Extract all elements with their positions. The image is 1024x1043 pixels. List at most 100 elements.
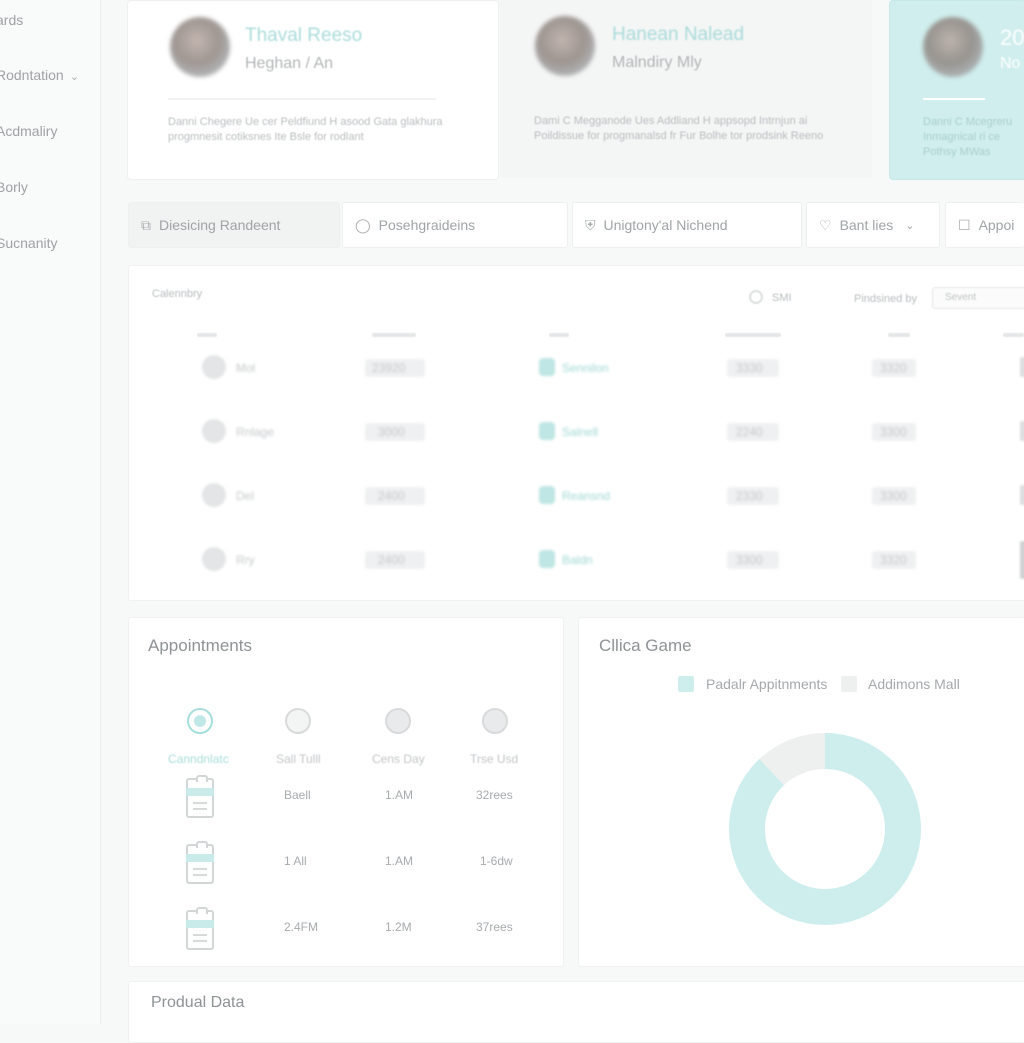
- profile-card-selected[interactable]: 20 No Danni C Mcegreru Inmagnical ri ce …: [889, 0, 1024, 180]
- divider: [168, 98, 436, 100]
- table-cell: 23920: [372, 361, 406, 375]
- avatar: [170, 17, 230, 77]
- profile-card[interactable]: Hanean Nalead Malndiry Mly Dami C Meggan…: [500, 0, 872, 178]
- calendar-day-icon[interactable]: [385, 708, 411, 734]
- chat-bubble-icon: ◯: [355, 216, 371, 233]
- tab-posehgraideins[interactable]: ◯ Posehgraideins: [342, 202, 568, 248]
- tab-label: Diesicing Randeent: [159, 217, 281, 233]
- column-header[interactable]: [197, 333, 217, 337]
- row-status-icon: [539, 422, 555, 440]
- sidebar-item-rodntation[interactable]: Rodntation ⌄: [0, 67, 79, 83]
- table-cell: Rry: [236, 553, 255, 567]
- tab-label: Bant lies: [839, 217, 894, 233]
- sidebar-item-boards[interactable]: ards: [0, 12, 23, 28]
- table-filter-label: Calennbry: [152, 288, 203, 300]
- table-cell[interactable]: Reansnd: [562, 489, 610, 503]
- row-action-edge[interactable]: [1020, 485, 1024, 505]
- tab-diesicing-randeent[interactable]: ⧉ Diesicing Randeent: [128, 202, 340, 248]
- sidebar-item-acdmaliry[interactable]: Acdmaliry: [0, 123, 57, 139]
- table-cell[interactable]: Salnell: [562, 425, 598, 439]
- sidebar-item-label: Sucnanity: [0, 235, 58, 251]
- sidebar-item-label: ards: [0, 12, 24, 28]
- row-action-edge[interactable]: [1020, 421, 1024, 441]
- tab-unigtonyal-nichend[interactable]: ⛨ Unigtony'al Nichend: [572, 202, 802, 248]
- column-header[interactable]: [725, 333, 781, 337]
- profile-name: Hanean Nalead: [612, 24, 745, 45]
- row-avatar: [202, 355, 226, 379]
- row-avatar: [202, 483, 226, 507]
- tab-label: Unigtony'al Nichend: [603, 217, 728, 233]
- clipboard-icon: [186, 907, 214, 950]
- profile-card[interactable]: Thaval Reeso Heghan / An Danni Chegere U…: [127, 0, 499, 180]
- row-status-icon: [539, 550, 555, 568]
- row-action-edge[interactable]: [1020, 541, 1024, 579]
- appointments-title: Appointments: [148, 636, 252, 655]
- sidebar: ards Rodntation ⌄ Acdmaliry Borly Sucnani…: [0, 0, 101, 1024]
- row-status-icon: [539, 486, 555, 504]
- sidebar-item-borly[interactable]: Borly: [0, 179, 28, 195]
- table-cell: Mol: [236, 361, 256, 375]
- table-cell: Del: [236, 489, 255, 503]
- tab-label: Appoi: [978, 217, 1015, 233]
- appointment-value: 1.2M: [385, 920, 412, 934]
- sidebar-item-sucnanity[interactable]: Sucnanity: [0, 235, 57, 251]
- appointment-value: 37rees: [476, 920, 513, 934]
- profile-name: 20: [1000, 25, 1024, 50]
- table-cell: 3000: [378, 425, 405, 439]
- clock-icon[interactable]: [285, 708, 311, 734]
- appointment-value: Baell: [284, 788, 311, 802]
- table-cell[interactable]: Baldn: [562, 553, 593, 567]
- sort-select[interactable]: Sevent: [932, 287, 1024, 309]
- list-icon[interactable]: [482, 708, 508, 734]
- donut-slice-1[interactable]: [729, 733, 921, 925]
- sidebar-item-label: Acdmaliry: [0, 123, 58, 139]
- table-cell[interactable]: Sennilon: [562, 361, 609, 375]
- appointment-value: 32rees: [476, 788, 513, 802]
- appointment-value: 1.AM: [385, 788, 414, 802]
- profile-name: Thaval Reeso: [245, 25, 363, 46]
- table-cell: 3300: [880, 425, 907, 439]
- appointment-value: 1.AM: [385, 854, 414, 868]
- appointment-value: 1 All: [284, 854, 307, 868]
- table-cell: 2240: [736, 425, 763, 439]
- product-data-title: Produal Data: [151, 994, 245, 1011]
- table-header-label: SMI: [772, 292, 792, 304]
- column-header[interactable]: [549, 333, 569, 337]
- column-header[interactable]: [888, 333, 910, 337]
- appointments-column-header[interactable]: Canndnlatc: [168, 752, 229, 766]
- checkbox-icon: ☐: [958, 216, 971, 233]
- column-header[interactable]: [1003, 333, 1024, 337]
- table-cell: 3300: [880, 489, 907, 503]
- profile-description: Danni C Mcegreru Inmagnical ri ce Pothsy…: [923, 116, 1013, 158]
- appointment-value: 2.4FM: [284, 920, 319, 934]
- legend-label[interactable]: Addimons Mall: [868, 676, 960, 692]
- avatar: [535, 16, 595, 76]
- radio-selected-icon[interactable]: [187, 708, 213, 734]
- appointments-column-header[interactable]: Trse Usd: [470, 752, 518, 766]
- avatar: [923, 17, 983, 77]
- table-cell: Rnlage: [236, 425, 275, 439]
- tab-appointments[interactable]: ☐ Appoi: [945, 202, 1024, 248]
- table-cell: 3320: [880, 553, 907, 567]
- profile-description: Danni Chegere Ue cer Peldfiund H asood G…: [168, 116, 443, 143]
- heart-icon: ♡: [819, 216, 832, 233]
- row-action-edge[interactable]: [1020, 357, 1024, 377]
- donut-chart: [729, 733, 921, 925]
- profile-description: Dami C Megganode Ues Addliand H appsopd …: [534, 115, 824, 142]
- legend-swatch: [841, 676, 857, 692]
- add-square-icon: ⧉: [141, 216, 151, 233]
- legend-swatch: [678, 676, 694, 692]
- profile-role: Heghan / An: [245, 55, 334, 72]
- table-cell: 3300: [736, 553, 763, 567]
- appointments-column-header[interactable]: Sall Tulll: [276, 752, 321, 766]
- row-status-icon: [539, 358, 555, 376]
- column-header[interactable]: [372, 333, 416, 337]
- table-cell: 3320: [880, 361, 907, 375]
- profile-role: No: [1000, 55, 1021, 72]
- table-cell: 2400: [378, 489, 405, 503]
- divider: [923, 98, 985, 100]
- tab-bant-lies[interactable]: ♡ Bant lies ⌄: [806, 202, 940, 248]
- legend-label[interactable]: Padalr Appitnments: [706, 676, 827, 692]
- appointments-column-header[interactable]: Cens Day: [372, 752, 425, 766]
- clock-icon: [749, 290, 763, 304]
